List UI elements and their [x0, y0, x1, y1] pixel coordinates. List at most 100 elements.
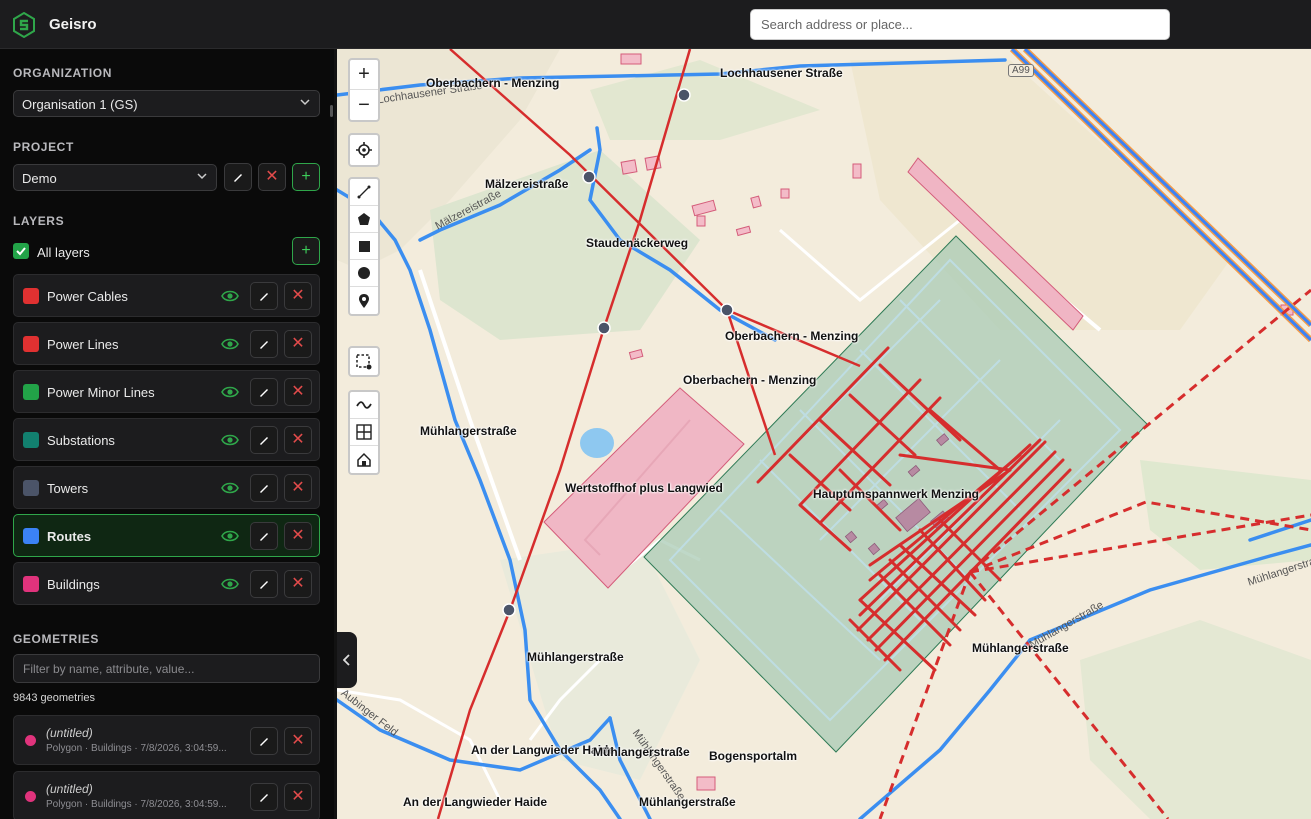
pencil-icon [260, 293, 268, 301]
organization-select[interactable]: Organisation 1 (GS) [13, 90, 320, 117]
split-button[interactable] [350, 419, 378, 446]
edit-layer-button[interactable] [250, 378, 278, 406]
edit-layer-button[interactable] [250, 522, 278, 550]
draw-controls [348, 177, 380, 316]
chevron-down-icon [197, 173, 207, 180]
chevron-down-icon [300, 99, 310, 106]
geometry-filter-input[interactable] [13, 654, 320, 683]
delete-layer-button[interactable]: ✕ [284, 570, 312, 598]
layer-color-swatch[interactable] [23, 288, 39, 304]
delete-geometry-button[interactable]: ✕ [284, 783, 312, 811]
edit-geometry-button[interactable] [250, 783, 278, 811]
eye-icon[interactable] [221, 337, 239, 351]
delete-project-button[interactable]: ✕ [258, 163, 286, 191]
edit-layer-button[interactable] [250, 330, 278, 358]
map-label: Mühlangerstraße [527, 650, 624, 664]
plus-icon: + [301, 242, 311, 259]
layer-row[interactable]: Substations ✕ [13, 418, 320, 461]
organization-select-value: Organisation 1 (GS) [22, 97, 138, 112]
all-layers-checkbox[interactable] [13, 243, 29, 259]
map-label: Staudenäckerweg [586, 236, 689, 250]
map-label: Oberbachern - Menzing [426, 76, 560, 90]
layer-row[interactable]: Buildings ✕ [13, 562, 320, 605]
layer-color-swatch[interactable] [23, 480, 39, 496]
marker-icon [359, 293, 369, 308]
top-bar: Geisro [0, 0, 1311, 49]
delete-layer-button[interactable]: ✕ [284, 522, 312, 550]
edit-layer-button[interactable] [250, 426, 278, 454]
geometry-count: 9843 geometries [13, 692, 95, 704]
delete-layer-button[interactable]: ✕ [284, 426, 312, 454]
zoom-in-button[interactable]: + [350, 60, 378, 90]
layers-heading: LAYERS [13, 214, 65, 228]
map-label: Oberbachern - Menzing [683, 373, 817, 387]
map-label: Wertstoffhof plus Langwied [565, 481, 723, 495]
edit-project-button[interactable] [224, 163, 252, 191]
route-button[interactable] [350, 392, 378, 419]
eye-icon[interactable] [221, 577, 239, 591]
close-icon: ✕ [291, 527, 305, 544]
layer-color-swatch[interactable] [23, 528, 39, 544]
layer-name: Power Minor Lines [47, 385, 155, 400]
all-layers-label: All layers [37, 245, 90, 260]
map-label: Hauptumspannwerk Menzing [813, 487, 980, 501]
select-control [348, 346, 380, 377]
geometry-list-item[interactable]: (untitled) Polygon · Buildings · 7/8/202… [13, 771, 320, 819]
zoom-out-button[interactable]: − [350, 90, 378, 120]
layer-row[interactable]: Power Cables ✕ [13, 274, 320, 317]
edit-layer-button[interactable] [250, 282, 278, 310]
map-canvas[interactable]: Lochhausener Straße Mälzereistraße Aubin… [337, 49, 1311, 819]
add-layer-button[interactable]: + [292, 237, 320, 265]
scrollbar[interactable] [330, 105, 333, 117]
add-project-button[interactable]: + [292, 163, 320, 191]
delete-layer-button[interactable]: ✕ [284, 330, 312, 358]
layer-row[interactable]: Routes ✕ [13, 514, 320, 557]
draw-polygon-button[interactable] [350, 206, 378, 233]
layer-row[interactable]: Towers ✕ [13, 466, 320, 509]
draw-circle-button[interactable] [350, 260, 378, 287]
eye-icon[interactable] [221, 385, 239, 399]
layer-name: Routes [47, 529, 92, 544]
project-select-value: Demo [22, 171, 57, 186]
project-select[interactable]: Demo [13, 164, 217, 191]
edit-layer-button[interactable] [250, 570, 278, 598]
split-icon [356, 424, 372, 440]
draw-marker-button[interactable] [350, 287, 378, 314]
water-area [580, 428, 614, 458]
organization-heading: ORGANIZATION [13, 66, 112, 80]
pencil-icon [260, 485, 268, 493]
geometry-subtitle: Polygon · Buildings · 7/8/2026, 3:04:59.… [46, 799, 227, 810]
locate-button[interactable] [350, 135, 378, 165]
layer-row[interactable]: Power Lines ✕ [13, 322, 320, 365]
edit-layer-button[interactable] [250, 474, 278, 502]
edit-geometry-button[interactable] [250, 727, 278, 755]
geometry-list-item[interactable]: (untitled) Polygon · Buildings · 7/8/202… [13, 715, 320, 765]
layer-color-swatch[interactable] [23, 576, 39, 592]
eye-icon[interactable] [221, 529, 239, 543]
layer-row[interactable]: Power Minor Lines ✕ [13, 370, 320, 413]
close-icon: ✕ [291, 788, 305, 805]
logo-icon [13, 12, 35, 38]
eye-icon[interactable] [221, 481, 239, 495]
home-button[interactable] [350, 446, 378, 473]
draw-line-button[interactable] [350, 179, 378, 206]
park-area [1080, 620, 1311, 819]
draw-rectangle-button[interactable] [350, 233, 378, 260]
layer-name: Buildings [47, 577, 100, 592]
eye-icon[interactable] [221, 289, 239, 303]
map-label: Mühlangerstraße [420, 424, 517, 438]
layer-color-swatch[interactable] [23, 432, 39, 448]
search-input[interactable] [750, 9, 1170, 40]
delete-geometry-button[interactable]: ✕ [284, 727, 312, 755]
layer-color-swatch[interactable] [23, 336, 39, 352]
chevron-left-icon [343, 654, 350, 666]
delete-layer-button[interactable]: ✕ [284, 282, 312, 310]
select-button[interactable] [350, 348, 378, 375]
collapse-sidebar-button[interactable] [337, 632, 357, 688]
layer-color-swatch[interactable] [23, 384, 39, 400]
geometry-color-dot [25, 735, 36, 746]
eye-icon[interactable] [221, 433, 239, 447]
delete-layer-button[interactable]: ✕ [284, 378, 312, 406]
delete-layer-button[interactable]: ✕ [284, 474, 312, 502]
motorway-shield: A99 [1008, 64, 1034, 77]
